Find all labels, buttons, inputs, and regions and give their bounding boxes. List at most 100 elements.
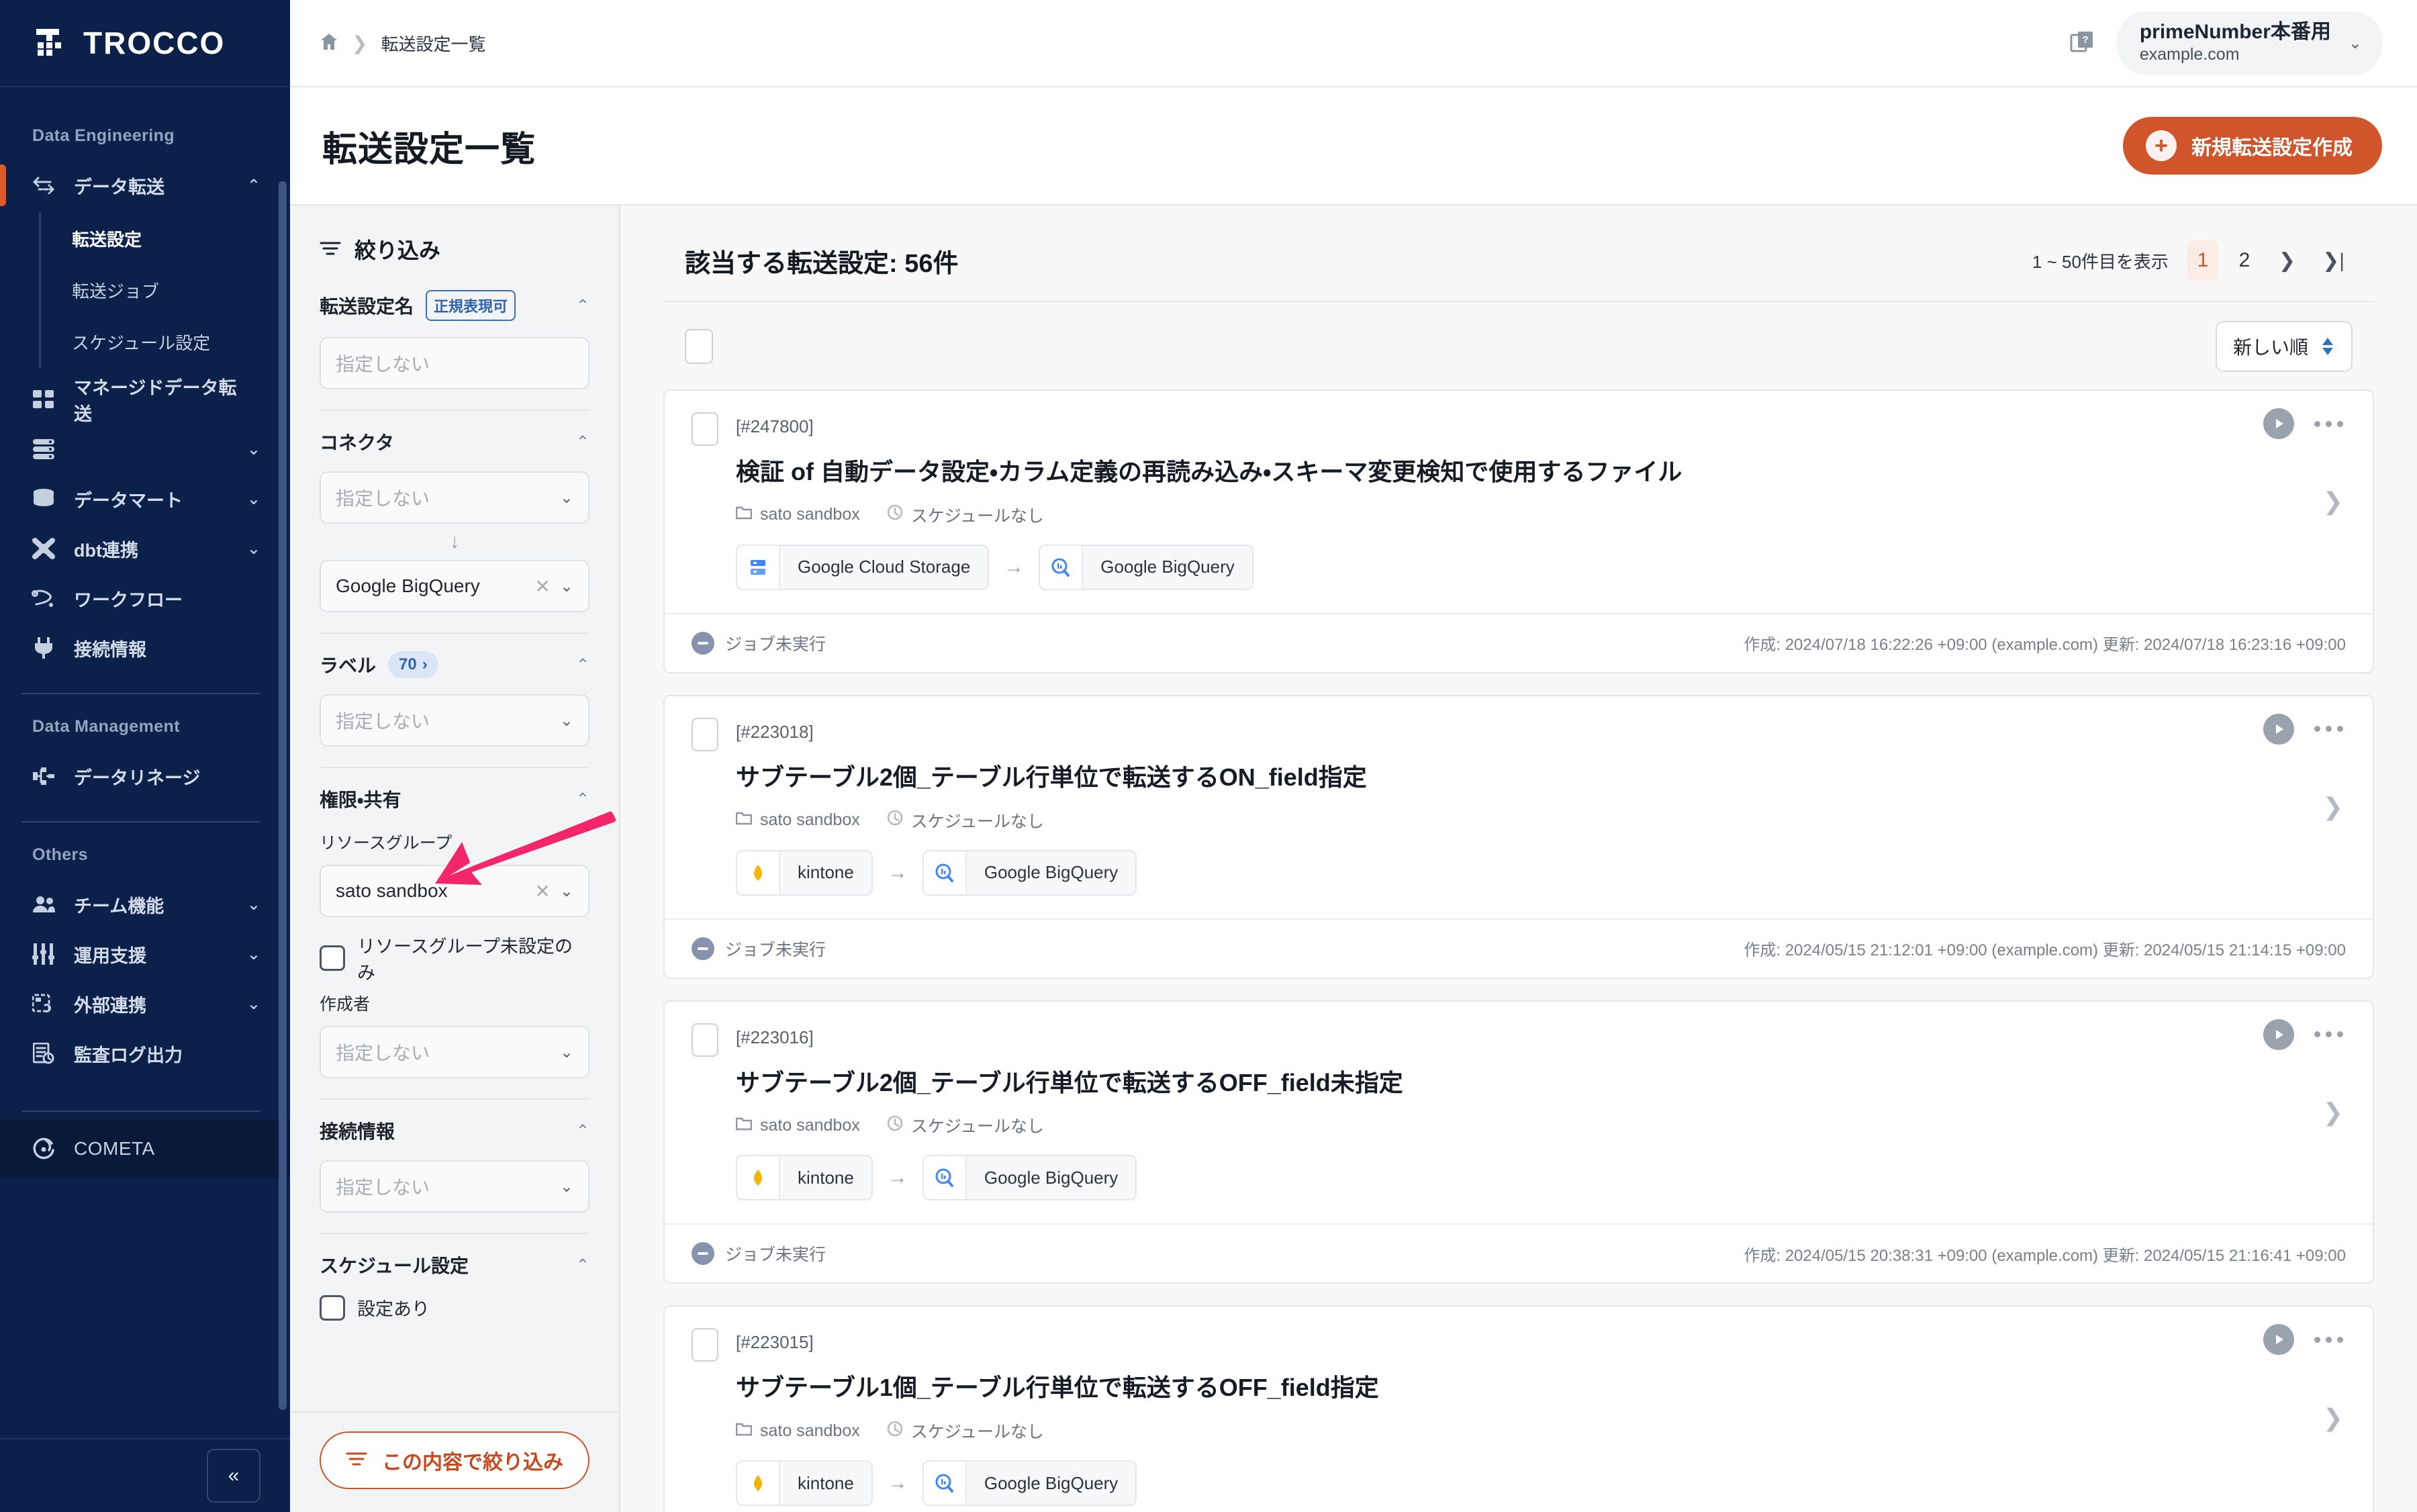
card-more-menu-icon[interactable] <box>2314 726 2343 733</box>
card-checkbox[interactable] <box>692 717 718 751</box>
select-all-checkbox[interactable] <box>685 329 713 364</box>
chevron-right-icon: › <box>422 655 428 673</box>
chevron-up-icon[interactable]: ⌃ <box>576 432 589 452</box>
card-open-chevron-icon[interactable]: ❯ <box>2323 487 2343 516</box>
chevron-down-icon: ⌄ <box>246 994 260 1013</box>
sidebar-logo[interactable]: TROCCO <box>0 0 290 87</box>
pagination-page-1[interactable]: 1 <box>2187 240 2218 281</box>
run-job-icon[interactable] <box>2263 1324 2294 1356</box>
card-title: サブテーブル1個_テーブル行単位で転送するOFF_field指定 <box>736 1374 1379 1402</box>
sidebar-item-transfer-jobs[interactable]: 転送ジョブ <box>41 265 290 316</box>
sidebar-item-connections[interactable]: 接続情報 <box>0 623 290 673</box>
sidebar-item-managed-data-transfer[interactable]: マネージドデータ転送 <box>0 375 290 424</box>
card-open-chevron-icon[interactable]: ❯ <box>2323 793 2343 821</box>
cometa-label: COMETA <box>74 1138 155 1159</box>
chevron-up-icon[interactable]: ⌃ <box>576 296 589 316</box>
sidebar-item-data-transfer[interactable]: データ転送 ⌃ <box>0 160 290 210</box>
sidebar-item-datamart[interactable]: データマート ⌄ <box>0 474 290 524</box>
chevron-down-icon: ⌄ <box>246 945 260 963</box>
help-docs-icon[interactable]: ? <box>2070 30 2094 57</box>
sidebar-item-team[interactable]: チーム機能 ⌄ <box>0 880 290 929</box>
clear-icon[interactable]: ✕ <box>534 880 550 902</box>
chevron-up-icon[interactable]: ⌃ <box>576 1121 589 1141</box>
card-destination-chip: Google BigQuery <box>922 849 1137 896</box>
card-connectors: kintone → Google BigQuery <box>736 849 2346 896</box>
card-open-chevron-icon[interactable]: ❯ <box>2323 1098 2343 1127</box>
sidebar-item-cometa[interactable]: COMETA <box>0 1120 290 1178</box>
card-checkbox[interactable] <box>692 412 718 446</box>
resource-group-unset-only-checkbox[interactable] <box>320 945 345 971</box>
transfer-setting-card[interactable]: [#223015] サブテーブル1個_テーブル行単位で転送するOFF_field… <box>663 1305 2374 1512</box>
schedule-has-setting-row[interactable]: 設定あり <box>320 1294 589 1321</box>
sidebar-item-workflow[interactable]: ワークフロー <box>0 573 290 623</box>
resource-group-select[interactable]: sato sandbox ✕ ⌄ <box>320 865 589 917</box>
home-icon[interactable] <box>320 32 338 54</box>
sort-order-button[interactable]: 新しい順 <box>2215 321 2353 372</box>
sidebar-item-audit-log[interactable]: 監査ログ出力 <box>0 1029 290 1078</box>
pagination-next-icon[interactable]: ❯ <box>2271 249 2304 273</box>
card-meta: sato sandbox スケジュールなし <box>735 1113 2346 1137</box>
sidebar-item-label: データ転送 <box>74 177 164 197</box>
connector-direction-arrow-icon: ↓ <box>449 530 460 553</box>
schedule-has-setting-checkbox[interactable] <box>320 1294 345 1321</box>
app-root: TROCCO Data Engineering データ転送 ⌃ 転送設定 転送ジ… <box>0 0 2417 1512</box>
sidebar-collapse-button[interactable]: « <box>207 1449 260 1503</box>
regex-allowed-badge: 正規表現可 <box>426 290 516 321</box>
connection-select[interactable]: 指定しない ⌄ <box>320 1160 589 1213</box>
transfer-setting-card[interactable]: [#247800] 検証 of 自動データ設定・カラム定義の再読み込み・スキーマ… <box>663 389 2374 673</box>
sidebar-item-data-lineage[interactable]: データリネージ <box>0 751 290 801</box>
cometa-icon <box>31 1136 56 1162</box>
chevron-up-icon[interactable]: ⌃ <box>576 655 589 675</box>
run-job-icon[interactable] <box>2263 408 2294 439</box>
card-status: ジョブ未実行 <box>692 1241 826 1266</box>
card-open-chevron-icon[interactable]: ❯ <box>2323 1404 2343 1432</box>
sidebar-item-transfer-settings[interactable]: 転送設定 <box>41 213 290 265</box>
card-source-name: kintone <box>798 1167 854 1188</box>
sort-order-label: 新しい順 <box>2232 337 2308 358</box>
filter-group-connector: コネクタ ⌃ 指定しない ⌄ ↓ Google BigQuery ✕ ⌄ <box>320 410 589 632</box>
database-icon <box>31 486 56 512</box>
sidebar-item-dbt[interactable]: dbt連携 ⌄ <box>0 524 290 573</box>
label-select[interactable]: 指定しない ⌄ <box>320 694 589 747</box>
filter-title-label: 絞り込み <box>354 238 441 263</box>
label-count-value: 70 <box>399 655 417 673</box>
transfer-setting-card[interactable]: [#223016] サブテーブル2個_テーブル行単位で転送するOFF_field… <box>663 1000 2374 1284</box>
label-count-badge[interactable]: 70 › <box>388 651 438 678</box>
card-more-menu-icon[interactable] <box>2314 1031 2343 1038</box>
sidebar-item-operations[interactable]: 運用支援 ⌄ <box>0 929 290 979</box>
chevron-up-icon[interactable]: ⌃ <box>576 1256 589 1275</box>
sidebar-item-external-integration[interactable]: 外部連携 ⌄ <box>0 979 290 1029</box>
card-meta: sato sandbox スケジュールなし <box>735 808 2346 833</box>
card-checkbox[interactable] <box>692 1328 718 1362</box>
pagination-last-icon[interactable]: ❯| <box>2314 249 2353 273</box>
resource-group-unset-only-row[interactable]: リソースグループ未設定のみ <box>320 932 589 984</box>
account-switcher[interactable]: primeNumber本番用 example.com ⌄ <box>2116 11 2382 75</box>
plug-icon <box>31 635 56 661</box>
sidebar-item-server-rows[interactable]: ⌄ <box>0 424 290 474</box>
source-connector-select[interactable]: 指定しない ⌄ <box>320 471 589 524</box>
folder-icon <box>735 1116 753 1135</box>
transfer-name-input[interactable]: 指定しない <box>320 337 589 389</box>
card-status-label: ジョブ未実行 <box>725 1245 826 1265</box>
transfer-setting-card[interactable]: [#223018] サブテーブル2個_テーブル行単位で転送するON_field指… <box>663 694 2374 979</box>
clear-icon[interactable]: ✕ <box>534 575 550 598</box>
card-more-menu-icon[interactable] <box>2314 1336 2343 1343</box>
clock-icon <box>887 1115 903 1136</box>
apply-filter-button[interactable]: この内容で絞り込み <box>320 1431 589 1489</box>
chevron-down-icon: ⌄ <box>559 1043 573 1061</box>
card-more-menu-icon[interactable] <box>2314 420 2343 427</box>
run-job-icon[interactable] <box>2263 1019 2294 1050</box>
card-destination-chip: Google BigQuery <box>922 1155 1137 1201</box>
destination-connector-select[interactable]: Google BigQuery ✕ ⌄ <box>320 560 589 612</box>
chevron-up-icon[interactable]: ⌃ <box>576 790 589 809</box>
new-transfer-setting-button[interactable]: + 新規転送設定作成 <box>2123 117 2382 175</box>
card-checkbox[interactable] <box>692 1023 718 1057</box>
page-header: 転送設定一覧 + 新規転送設定作成 <box>290 87 2417 205</box>
creator-select[interactable]: 指定しない ⌄ <box>320 1026 589 1078</box>
results-toolbar: 新しい順 <box>663 302 2374 389</box>
run-job-icon[interactable] <box>2263 713 2294 745</box>
pagination-page-2[interactable]: 2 <box>2229 240 2260 281</box>
sidebar-scrollbar-thumb[interactable] <box>279 181 287 1410</box>
card-status-label: ジョブ未実行 <box>725 634 826 654</box>
sidebar-item-schedule-settings[interactable]: スケジュール設定 <box>41 316 290 368</box>
